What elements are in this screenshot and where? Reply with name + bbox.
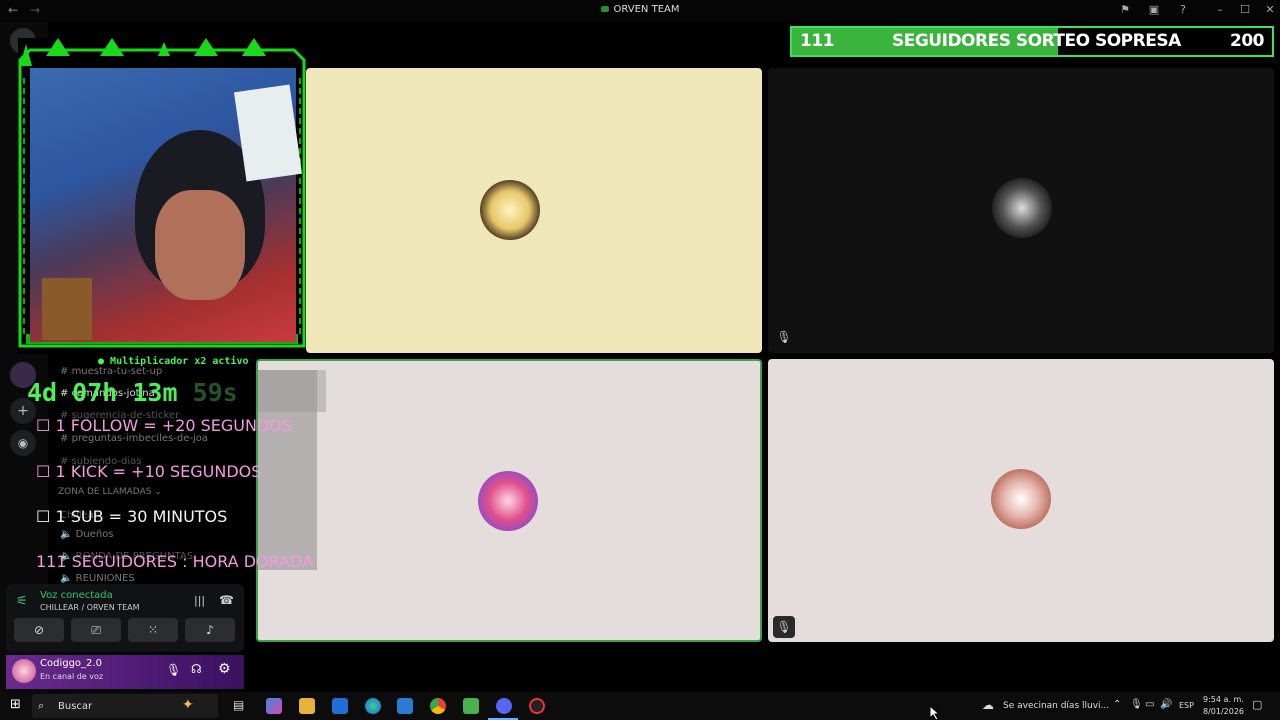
sparkle-icon: ✦: [182, 697, 194, 713]
participant-tile-3[interactable]: [256, 359, 762, 642]
overlay-panel: [258, 370, 326, 412]
network-icon[interactable]: ▭: [1145, 699, 1154, 710]
multiplier-label: ● Multiplicador x2 activo: [98, 356, 249, 367]
file-explorer-icon[interactable]: [299, 698, 315, 714]
goal-target: 200: [1230, 31, 1265, 51]
follower-goal-bar: 111 SEGUIDORES SORTEO SOPRESA 200: [790, 26, 1274, 57]
store-icon[interactable]: [397, 698, 413, 714]
chevron-up-icon[interactable]: ⌃: [1113, 699, 1121, 710]
blonde-character-avatar: [480, 180, 540, 240]
language-indicator[interactable]: ESP: [1179, 701, 1194, 710]
participant-tile-2[interactable]: 🎙: [768, 68, 1274, 353]
camera-off-button[interactable]: ⊘: [14, 618, 64, 642]
noise-suppression-icon[interactable]: |||: [194, 594, 205, 607]
voice-status: Voz conectada: [40, 590, 113, 601]
signal-icon[interactable]: ⚟: [16, 594, 28, 609]
soundboard-icon: ♪: [206, 623, 214, 637]
server-logo-icon: [600, 6, 609, 12]
cat-ears-character-avatar: [991, 469, 1051, 529]
windows-taskbar: ⊞ ⌕ Buscar ✦ ▤ ☁ Se avecinan días lluvi.…: [0, 692, 1280, 720]
settings-gear-icon[interactable]: ⚙: [218, 661, 231, 677]
voice-connection-panel: ⚟ Voz conectada CHILLEAR / ORVEN TEAM ||…: [6, 584, 244, 652]
webcam-feed: [30, 68, 302, 342]
voice-channel-item[interactable]: 🔈 REUNIONES: [60, 573, 135, 584]
help-icon[interactable]: ?: [1175, 3, 1191, 19]
voice-channel-name[interactable]: CHILLEAR / ORVEN TEAM: [40, 603, 140, 612]
goal-current: 111: [800, 31, 835, 51]
rule-golden-hour: 111 SEGUIDORES : HORA DORADA: [36, 552, 314, 571]
window-title: ORVEN TEAM: [0, 4, 1280, 15]
person-face: [155, 190, 245, 300]
microphone-tray-icon[interactable]: 🎙: [1130, 699, 1143, 710]
close-icon[interactable]: ✕: [1262, 3, 1278, 19]
wall-poster: [234, 84, 302, 182]
taskbar-search-box[interactable]: ⌕ Buscar ✦: [32, 694, 218, 718]
camera-off-icon: ⊘: [33, 623, 45, 637]
screen-share-icon: ⎚: [91, 623, 101, 637]
headphones-icon[interactable]: ☊: [191, 662, 202, 676]
user-status: En canal de voz: [40, 672, 104, 681]
channel-item[interactable]: # muestra-tu-set-up: [60, 366, 162, 377]
clock-date[interactable]: 8/01/2026: [1203, 707, 1244, 716]
pink-haired-character-avatar: [478, 471, 538, 531]
rule-kick: ☐ 1 KICK = +10 SEGUNDOS: [36, 462, 262, 481]
minimize-icon[interactable]: –: [1212, 3, 1228, 19]
window-titlebar: ← → ORVEN TEAM ⚑ ▣ ? – ☐ ✕: [0, 0, 1280, 22]
disconnect-icon[interactable]: ☎: [219, 593, 234, 607]
windows-start-icon[interactable]: ⊞: [10, 697, 21, 712]
goal-label: SEGUIDORES SORTEO SOPRESA: [892, 31, 1181, 51]
microphone-icon[interactable]: 🎙: [166, 663, 181, 677]
avatar[interactable]: [12, 659, 36, 683]
mail-icon[interactable]: [332, 698, 348, 714]
edge-icon[interactable]: [365, 698, 381, 714]
pixel-character: [42, 278, 92, 340]
user-panel: Codiggo_2.0 En canal de voz 🎙 ☊ ⚙: [6, 655, 244, 689]
category-header[interactable]: ZONA DE LLAMADAS ⌄: [58, 487, 162, 497]
subathon-timer: 4d 07h 13m 59s: [27, 378, 238, 407]
voice-channel-item[interactable]: 🔈 Dueños: [60, 529, 114, 540]
participant-tile-4[interactable]: 🎙: [768, 359, 1274, 642]
muted-mic-icon: 🎙: [776, 330, 792, 344]
screen-share-button[interactable]: ⎚: [71, 618, 121, 642]
notifications-icon[interactable]: ▢: [1252, 698, 1262, 711]
inbox-icon[interactable]: ▣: [1146, 3, 1162, 19]
maximize-icon[interactable]: ☐: [1237, 3, 1253, 19]
weather-text[interactable]: Se avecinan días lluvi...: [1003, 701, 1109, 711]
mouse-cursor-icon: [930, 706, 940, 720]
obs-icon[interactable]: [529, 698, 545, 714]
weather-icon[interactable]: ☁: [982, 698, 994, 712]
rule-follow: ☐ 1 FOLLOW = +20 SEGUNDOS: [36, 416, 293, 435]
activities-button[interactable]: ⁙: [128, 618, 178, 642]
volume-icon[interactable]: 🔊: [1160, 699, 1172, 710]
clock-time[interactable]: 9:54 a. m.: [1203, 695, 1244, 704]
minecraft-icon[interactable]: [463, 698, 479, 714]
copilot-icon[interactable]: [266, 698, 282, 714]
participant-tile-1[interactable]: [306, 68, 762, 353]
activities-icon: ⁙: [147, 623, 159, 637]
username[interactable]: Codiggo_2.0: [40, 658, 102, 669]
flag-icon[interactable]: ⚑: [1117, 3, 1133, 19]
discord-icon[interactable]: [496, 698, 512, 714]
task-view-icon[interactable]: ▤: [233, 698, 244, 712]
rule-sub: ☐ 1 SUB = 30 MINUTOS: [36, 507, 228, 526]
search-placeholder: Buscar: [58, 701, 93, 712]
muted-mic-icon: 🎙: [773, 616, 795, 638]
search-icon: ⌕: [38, 699, 45, 712]
soundboard-button[interactable]: ♪: [185, 618, 235, 642]
chrome-icon[interactable]: [430, 698, 446, 714]
dark-haired-character-avatar: [992, 178, 1052, 238]
